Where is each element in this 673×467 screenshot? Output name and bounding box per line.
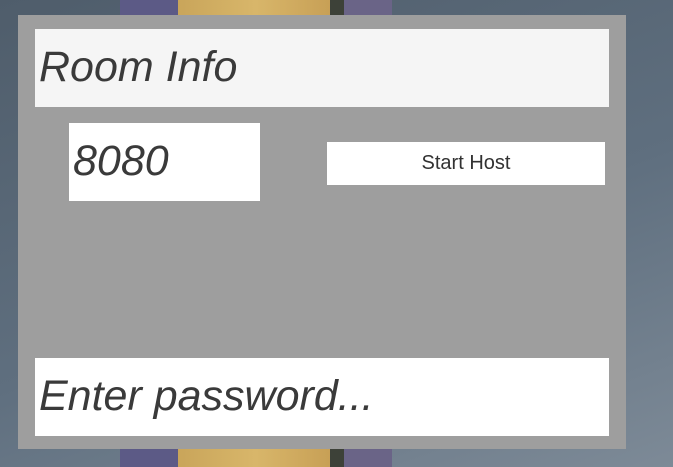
port-value: 8080 xyxy=(73,137,169,185)
password-placeholder: Enter password... xyxy=(39,372,374,420)
room-info-field[interactable]: Room Info xyxy=(35,29,609,107)
start-host-button[interactable]: Start Host xyxy=(327,142,605,185)
start-host-label: Start Host xyxy=(421,152,511,174)
room-info-label: Room Info xyxy=(39,43,238,91)
password-input[interactable]: Enter password... xyxy=(35,358,609,436)
port-input[interactable]: 8080 xyxy=(69,123,260,201)
room-panel: Room Info 8080 Start Host Enter password… xyxy=(18,15,626,449)
